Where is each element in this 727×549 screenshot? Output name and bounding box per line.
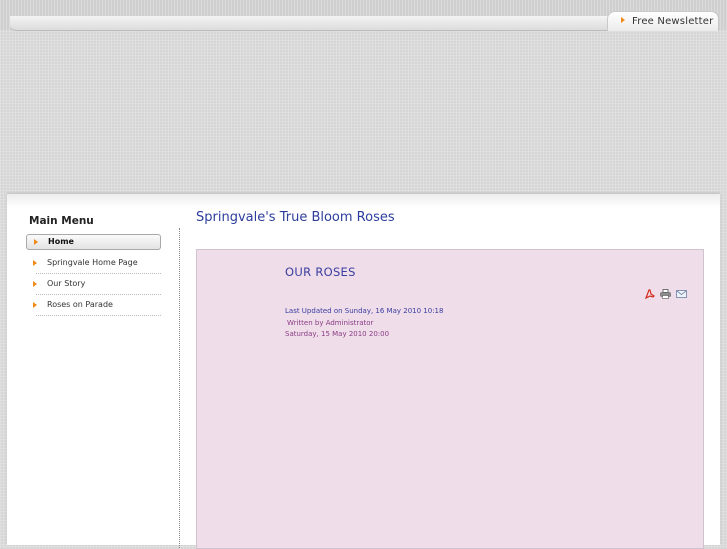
article-author: Written by Administrator	[287, 319, 374, 327]
main-menu: Main Menu Home Springvale Home Page Our …	[26, 214, 161, 316]
arrow-right-icon	[34, 239, 38, 245]
sidebar-item-roses-on-parade[interactable]: Roses on Parade	[33, 295, 161, 316]
sidebar-item-label: Roses on Parade	[47, 300, 113, 309]
arrow-right-icon	[33, 260, 37, 266]
article-tools	[644, 289, 687, 299]
sidebar-item-label: Our Story	[47, 279, 86, 288]
sidebar-item-label: Springvale Home Page	[47, 258, 138, 267]
article-date: Saturday, 15 May 2010 20:00	[285, 330, 390, 338]
arrow-right-icon	[33, 281, 37, 287]
arrow-right-icon	[621, 17, 625, 23]
newsletter-tab[interactable]: Free Newsletter	[607, 11, 719, 31]
article: OUR ROSES Last Updated on Sunday, 16 May…	[196, 249, 704, 549]
sidebar-item-home[interactable]: Home	[26, 234, 161, 250]
pdf-icon[interactable]	[644, 289, 655, 299]
top-bar: Free Newsletter	[0, 0, 727, 31]
page-title: Springvale's True Bloom Roses	[196, 210, 395, 225]
email-icon[interactable]	[676, 289, 687, 299]
menu-title: Main Menu	[29, 215, 94, 227]
arrow-right-icon	[33, 302, 37, 308]
newsletter-link[interactable]: Free Newsletter	[621, 16, 713, 27]
article-title[interactable]: OUR ROSES	[285, 265, 356, 279]
sidebar-item-label: Home	[48, 237, 74, 246]
sidebar-item-our-story[interactable]: Our Story	[33, 274, 161, 295]
last-updated: Last Updated on Sunday, 16 May 2010 10:1…	[285, 307, 444, 315]
newsletter-label: Free Newsletter	[632, 16, 714, 27]
page-container: Main Menu Home Springvale Home Page Our …	[7, 194, 720, 549]
top-ribbon	[10, 16, 610, 31]
menu-list: Home Springvale Home Page Our Story Rose…	[26, 234, 161, 316]
sidebar-item-springvale-home-page[interactable]: Springvale Home Page	[33, 253, 161, 274]
sidebar-divider	[179, 228, 180, 548]
print-icon[interactable]	[660, 289, 671, 299]
header-banner	[0, 30, 727, 195]
